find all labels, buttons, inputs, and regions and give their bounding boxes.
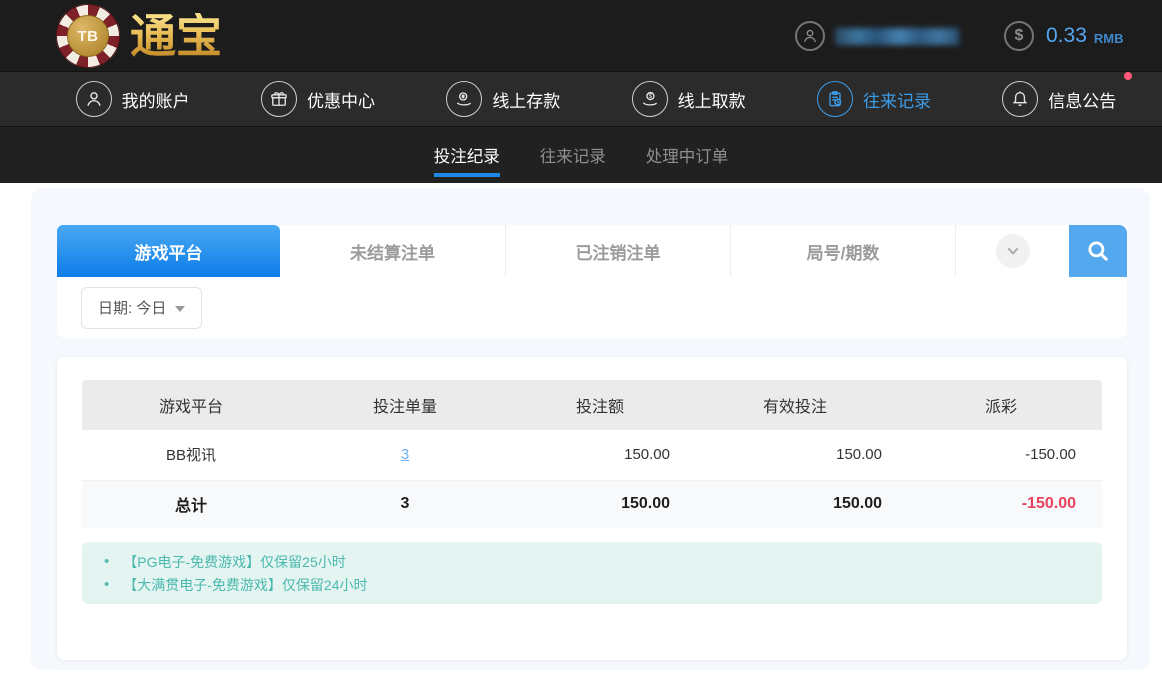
nav-label: 线上取款 [677, 91, 746, 111]
tab-pending-orders[interactable]: 处理中订单 [646, 127, 729, 183]
chevron-down-icon [995, 234, 1030, 268]
date-filter-label: 日期: 今日 [98, 300, 167, 317]
total-payout: -150.00 [900, 480, 1102, 528]
top-header: TB 通宝 $ 0.33 RMB [0, 0, 1162, 72]
nav-item-transaction-records[interactable]: 往来记录 [816, 81, 931, 117]
note-line: • 【大满贯电子-免费游戏】仅保留24小时 [82, 573, 1102, 596]
total-label: 总计 [82, 480, 300, 528]
table-header-row: 游戏平台 投注单量 投注额 有效投注 派彩 [82, 380, 1102, 430]
balance-display: $ 0.33 RMB [1004, 0, 1123, 72]
records-icon [816, 81, 853, 117]
cell-valid-amount: 150.00 [690, 430, 900, 481]
nav-label: 我的账户 [121, 91, 190, 111]
account-menu[interactable] [795, 0, 959, 72]
poker-chip-icon: TB [56, 4, 120, 68]
search-icon [1085, 238, 1111, 264]
nav-item-deposit[interactable]: 线上存款 [446, 81, 560, 117]
username-redacted [835, 27, 959, 45]
table-total-row: 总计 3 150.00 150.00 -150.00 [82, 480, 1102, 528]
notification-dot [1124, 72, 1133, 80]
chip-monogram: TB [67, 15, 109, 57]
tab-transaction-records[interactable]: 往来记录 [540, 127, 606, 183]
nav-item-my-account[interactable]: 我的账户 [75, 81, 190, 117]
table-row: BB视讯 3 150.00 150.00 -150.00 [82, 430, 1102, 481]
user-icon [795, 21, 825, 51]
filter-tab-cancelled[interactable]: 已注销注单 [505, 225, 730, 277]
filter-tab-unsettled[interactable]: 未结算注单 [280, 225, 505, 277]
page: TB 通宝 $ 0.33 RMB 我的账户 优惠中心 线上存款 $ 线上取款 往… [0, 0, 1162, 683]
bullet-icon: • [104, 576, 110, 593]
nav-label: 优惠中心 [306, 91, 375, 111]
nav-item-promotions[interactable]: 优惠中心 [260, 81, 375, 117]
caret-down-icon [175, 305, 186, 312]
col-bet-amount: 投注额 [510, 380, 690, 430]
note-text: 【大满贯电子-免费游戏】仅保留24小时 [123, 576, 368, 593]
bell-icon [1002, 81, 1039, 117]
bet-summary-table: 游戏平台 投注单量 投注额 有效投注 派彩 BB视讯 3 150.00 150.… [82, 380, 1102, 528]
brand-name: 通宝 [130, 9, 222, 63]
user-icon [75, 81, 112, 117]
note-line: • 【PG电子-免费游戏】仅保留25小时 [82, 550, 1102, 573]
retention-notes: • 【PG电子-免费游戏】仅保留25小时 • 【大满贯电子-免费游戏】仅保留24… [82, 542, 1102, 604]
date-filter-button[interactable]: 日期: 今日 [81, 286, 203, 329]
main-nav: 我的账户 优惠中心 线上存款 $ 线上取款 往来记录 信息公告 [0, 72, 1162, 127]
note-text: 【PG电子-免费游戏】仅保留25小时 [123, 553, 346, 570]
balance-amount: 0.33 [1046, 24, 1087, 47]
nav-label: 线上存款 [492, 91, 561, 111]
nav-item-announcements[interactable]: 信息公告 [1002, 72, 1133, 117]
filter-card: 游戏平台 未结算注单 已注销注单 局号/期数 日期: 今日 [57, 225, 1127, 338]
records-subnav: 投注纪录 往来记录 处理中订单 [0, 127, 1162, 183]
bet-count-link[interactable]: 3 [401, 446, 409, 463]
filter-tab-round-number[interactable]: 局号/期数 [730, 225, 955, 277]
filter-row: 日期: 今日 [57, 277, 1127, 338]
nav-label: 信息公告 [1048, 91, 1117, 111]
gift-icon [260, 81, 297, 117]
deposit-icon [446, 81, 483, 117]
filter-dropdown[interactable] [955, 225, 1069, 277]
balance-currency: RMB [1093, 31, 1124, 46]
total-bet-count: 3 [300, 480, 510, 528]
coin-dollar-icon: $ [1004, 21, 1034, 51]
search-button[interactable] [1069, 225, 1127, 277]
col-valid-bet: 有效投注 [690, 380, 900, 430]
svg-text:$: $ [648, 93, 652, 100]
results-card: 游戏平台 投注单量 投注额 有效投注 派彩 BB视讯 3 150.00 150.… [57, 357, 1127, 660]
cell-bet-amount: 150.00 [510, 430, 690, 481]
withdraw-icon: $ [631, 81, 668, 117]
total-bet-amount: 150.00 [510, 480, 690, 528]
col-payout: 派彩 [900, 380, 1102, 430]
total-valid-amount: 150.00 [690, 480, 900, 528]
tab-bet-records[interactable]: 投注纪录 [433, 127, 500, 183]
nav-label: 往来记录 [862, 91, 931, 111]
content-panel: 游戏平台 未结算注单 已注销注单 局号/期数 日期: 今日 游戏平台 投注单量 … [31, 188, 1150, 670]
cell-payout: -150.00 [900, 430, 1102, 481]
filter-tabs: 游戏平台 未结算注单 已注销注单 局号/期数 [57, 225, 1127, 277]
nav-item-withdraw[interactable]: $ 线上取款 [631, 81, 746, 117]
cell-platform: BB视讯 [82, 430, 300, 481]
col-bet-count: 投注单量 [300, 380, 510, 430]
col-game-platform: 游戏平台 [82, 380, 300, 430]
bullet-icon: • [104, 553, 110, 570]
filter-tab-game-platform[interactable]: 游戏平台 [57, 225, 280, 277]
brand-logo[interactable]: TB 通宝 [56, 3, 222, 69]
